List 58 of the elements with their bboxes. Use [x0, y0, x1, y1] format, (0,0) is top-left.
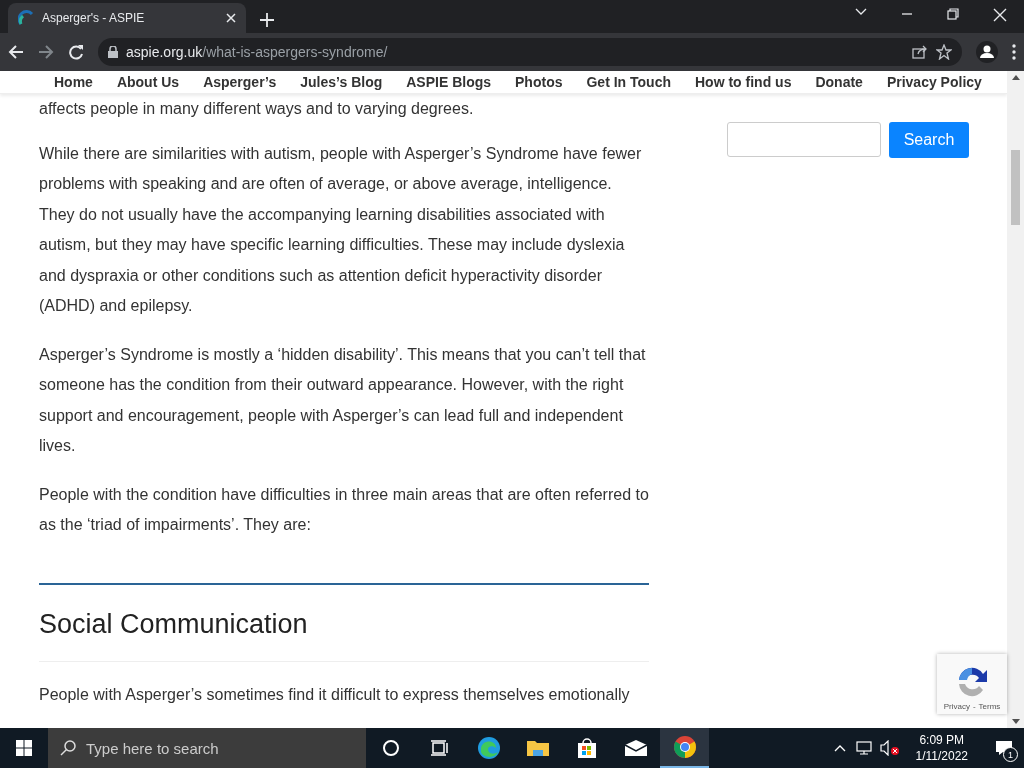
nav-link[interactable]: Privacy Policy — [874, 74, 994, 90]
profile-icon[interactable] — [976, 41, 998, 63]
nav-link[interactable]: About Us — [104, 74, 192, 90]
nav-link[interactable]: How to find us — [683, 74, 804, 90]
nav-link[interactable]: Get In Touch — [574, 74, 683, 90]
back-icon[interactable] — [8, 44, 24, 60]
clock[interactable]: 6:09 PM 1/11/2022 — [907, 732, 976, 764]
chrome-icon[interactable] — [672, 735, 697, 759]
windows-logo-icon[interactable] — [16, 740, 32, 756]
notification-count: 1 — [1003, 747, 1018, 762]
nav-link[interactable]: Donate — [803, 74, 875, 90]
paragraph: People with the condition have difficulties in three main areas that are often referred to as the ‘triad of impairments’. They are: — [39, 484, 649, 535]
nav-link[interactable]: Home — [42, 74, 105, 90]
network-icon[interactable] — [853, 740, 872, 756]
nav-link[interactable]: Photos — [503, 74, 575, 90]
share-icon[interactable] — [912, 45, 928, 59]
scroll-down-icon[interactable] — [1011, 719, 1020, 724]
taskbar-search-field[interactable]: Type here to search — [48, 728, 366, 768]
scrollbar[interactable] — [1007, 71, 1024, 728]
close-icon[interactable] — [226, 13, 236, 23]
reload-icon[interactable] — [68, 44, 84, 60]
task-view-icon[interactable] — [430, 740, 449, 756]
lock-icon — [108, 46, 118, 58]
forward-icon[interactable] — [38, 44, 54, 60]
circle-icon[interactable] — [381, 739, 400, 757]
paragraph: affects people in many different ways and to varying degrees. — [39, 99, 475, 119]
chevron-down-icon[interactable] — [855, 8, 867, 16]
scroll-up-icon[interactable] — [1011, 75, 1020, 80]
muted-speaker-icon[interactable] — [879, 740, 900, 756]
search-placeholder: Type here to search — [86, 739, 219, 757]
chevron-up-icon[interactable] — [833, 744, 846, 752]
search-icon — [60, 740, 76, 756]
browser-wave-icon[interactable] — [476, 736, 501, 760]
scrollbar-thumb[interactable] — [1011, 150, 1020, 225]
nav-link[interactable]: ASPIE Blogs — [394, 74, 504, 90]
menu-icon[interactable] — [1012, 44, 1016, 60]
folder-icon[interactable] — [525, 738, 550, 758]
site-logo-icon — [18, 10, 34, 26]
shopping-bag-icon[interactable] — [575, 737, 598, 759]
close-icon[interactable] — [993, 8, 1007, 22]
paragraph: People with Asperger’s sometimes find it difficult to express themselves emotionally — [39, 684, 631, 705]
nav-link[interactable]: Jules’s Blog — [288, 74, 395, 90]
tab-title: Asperger's - ASPIE — [42, 11, 146, 25]
restore-icon[interactable] — [947, 8, 959, 20]
address-bar[interactable]: aspie.org.uk/what-is-aspergers-syndrome/ — [98, 38, 962, 66]
privacy-link[interactable]: Privacy — [943, 702, 970, 711]
envelope-icon[interactable] — [623, 739, 648, 757]
section-heading: Social Communication — [39, 607, 309, 641]
search-field[interactable] — [727, 122, 881, 157]
browser-tab[interactable]: Asperger's - ASPIE — [8, 3, 246, 33]
nav-link[interactable]: Asperger’s — [191, 74, 289, 90]
search-button[interactable]: Search — [889, 122, 969, 158]
terms-link[interactable]: Terms — [978, 702, 1001, 711]
star-icon[interactable] — [936, 44, 952, 60]
separator: - — [972, 702, 976, 711]
paragraph: While there are similarities with autism, people with Asperger’s Syndrome have fewer problems with speaking and are often of average, or above average, intelligence. They do not usually have the accompanying learning disabilities associated with autism, but they may have specific learning difficulties. These may include dyslexia and dyspraxia or other conditions such as attention deficit hyperactivity disorder (ADHD) and epilepsy. — [39, 143, 643, 316]
paragraph: Asperger’s Syndrome is mostly a ‘hidden disability’. This means that you can’t tell that someone has the condition from their outward appearance. However, with the right support and encouragement, people with Asperger’s can lead full and independent lives. — [39, 344, 647, 456]
new-tab-icon[interactable] — [260, 13, 274, 27]
